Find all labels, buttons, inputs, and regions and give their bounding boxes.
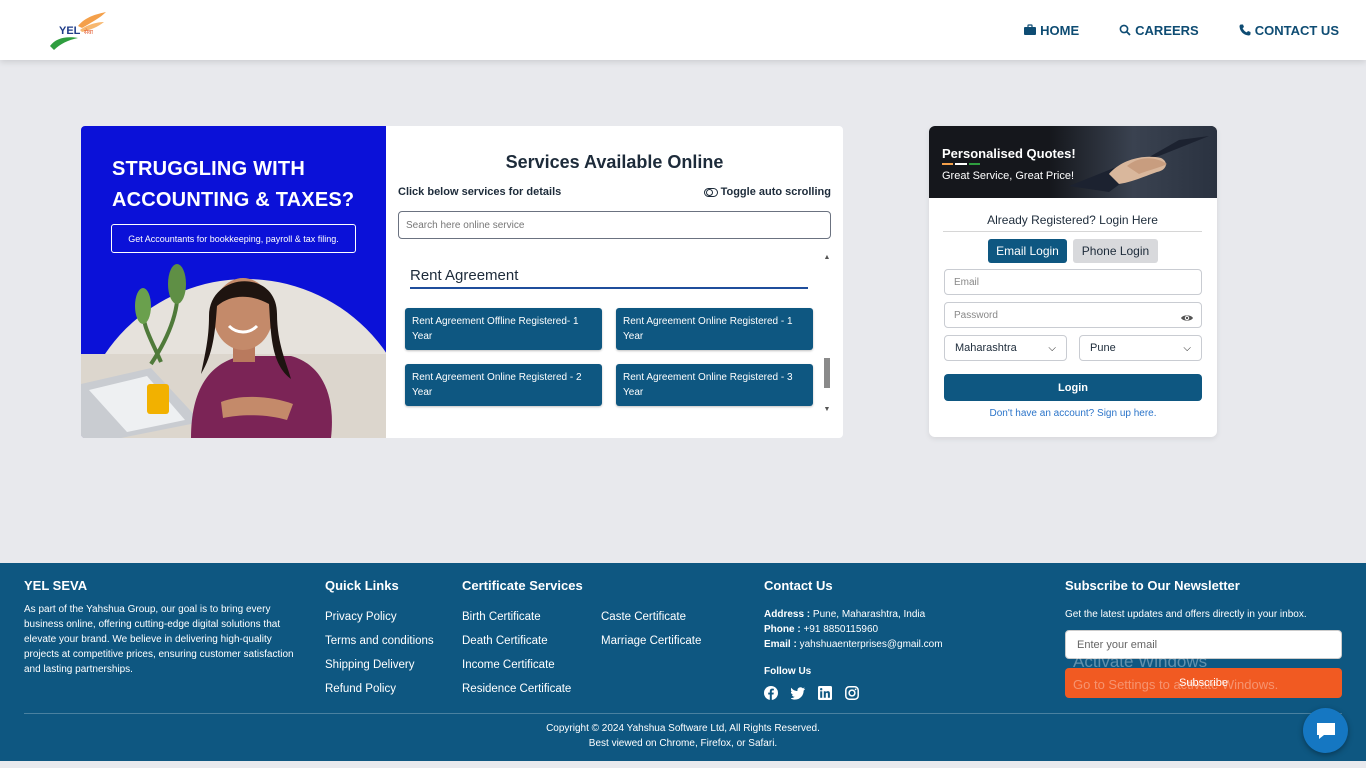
main-nav: HOME CAREERS CONTACT US	[1024, 0, 1339, 60]
promo-banner[interactable]: STRUGGLING WITH ACCOUNTING & TAXES? Get …	[81, 126, 386, 438]
services-title: Services Available Online	[505, 152, 724, 172]
footer-link-income[interactable]: Income Certificate	[462, 659, 555, 671]
footer-link-privacy[interactable]: Privacy Policy	[325, 611, 397, 623]
login-card: Personalised Quotes! Great Service, Grea…	[929, 126, 1217, 437]
newsletter-heading: Subscribe to Our Newsletter	[1065, 578, 1240, 593]
services-scrollbar[interactable]: ▲ ▼	[822, 254, 832, 416]
city-select-value: Pune	[1090, 342, 1116, 354]
handshake-image	[1049, 126, 1217, 198]
footer-divider	[24, 713, 1342, 714]
online-services-panel: Services Available Online Click below se…	[386, 126, 843, 438]
chat-widget-button[interactable]	[1303, 708, 1348, 753]
service-item[interactable]: Rent Agreement Online Registered - 1 Yea…	[616, 308, 813, 350]
category-underline	[410, 287, 808, 289]
contact-heading: Contact Us	[764, 578, 833, 593]
nav-careers[interactable]: CAREERS	[1119, 23, 1199, 38]
chevron-down-icon: ⌵	[1183, 342, 1191, 354]
svg-text:YEL: YEL	[59, 25, 81, 37]
nav-home-label: HOME	[1040, 22, 1080, 38]
tab-phone-login[interactable]: Phone Login	[1073, 239, 1158, 263]
city-select[interactable]: Pune ⌵	[1079, 335, 1202, 361]
quick-links-heading: Quick Links	[325, 578, 399, 593]
chevron-down-icon: ⌵	[1048, 342, 1056, 354]
tab-email-login[interactable]: Email Login	[988, 239, 1067, 263]
state-select-value: Maharashtra	[955, 342, 1017, 354]
flag-stripe	[942, 163, 980, 165]
service-item[interactable]: Rent Agreement Online Registered - 3 Yea…	[616, 364, 813, 406]
contact-phone: Phone : +91 8850115960	[764, 624, 879, 635]
facebook-icon[interactable]	[764, 686, 778, 700]
newsletter-email-input[interactable]	[1065, 630, 1342, 659]
site-footer: YEL SEVA As part of the Yahshua Group, o…	[0, 563, 1366, 761]
promo-title: Personalised Quotes!	[942, 146, 1076, 161]
promo-subtitle: Great Service, Great Price!	[942, 170, 1075, 182]
woman-with-laptop-image	[81, 264, 386, 438]
state-select[interactable]: Maharashtra ⌵	[944, 335, 1067, 361]
contact-address: Address : Pune, Maharashtra, India	[764, 609, 926, 620]
svg-text:सेवा: सेवा	[84, 28, 93, 36]
copyright: Copyright © 2024 Yahshua Software Ltd, A…	[546, 723, 820, 749]
nav-careers-label: CAREERS	[1135, 22, 1199, 38]
footer-link-shipping[interactable]: Shipping Delivery	[325, 659, 415, 671]
password-field[interactable]	[944, 302, 1202, 328]
toggle-label: Toggle auto scrolling	[720, 186, 831, 198]
site-header: YEL सेवा HOME CAREERS CONTACT US	[0, 0, 1366, 60]
services-card: STRUGGLING WITH ACCOUNTING & TAXES? Get …	[81, 126, 843, 438]
scrollbar-thumb[interactable]	[824, 358, 830, 388]
footer-link-refund[interactable]: Refund Policy	[325, 683, 396, 695]
toggle-icon	[703, 187, 718, 197]
page-bottom-strip	[0, 761, 1366, 768]
footer-link-caste[interactable]: Caste Certificate	[601, 611, 686, 623]
nav-contact-label: CONTACT US	[1254, 22, 1339, 38]
category-title: Rent Agreement	[410, 267, 519, 284]
follow-us-label: Follow Us	[764, 666, 812, 677]
service-item[interactable]: Rent Agreement Online Registered - 2 Yea…	[405, 364, 602, 406]
footer-link-residence[interactable]: Residence Certificate	[462, 683, 571, 695]
subscribe-button[interactable]: Subscribe	[1065, 668, 1342, 698]
certificate-services-heading: Certificate Services	[462, 578, 583, 593]
footer-about: As part of the Yahshua Group, our goal i…	[24, 604, 294, 675]
email-field[interactable]	[944, 269, 1202, 295]
scroll-down-arrow-icon[interactable]: ▼	[822, 406, 832, 416]
services-hint: Click below services for details	[398, 186, 562, 198]
service-item[interactable]: Rent Agreement Offline Registered- 1 Yea…	[405, 308, 602, 350]
nav-contact[interactable]: CONTACT US	[1239, 23, 1339, 38]
eye-icon[interactable]	[1180, 313, 1194, 323]
scroll-up-arrow-icon[interactable]: ▲	[822, 254, 832, 264]
footer-brand: YEL SEVA	[24, 578, 88, 593]
chat-bubble-icon	[1316, 722, 1335, 739]
footer-link-death[interactable]: Death Certificate	[462, 635, 548, 647]
newsletter-description: Get the latest updates and offers direct…	[1065, 609, 1307, 620]
quotes-banner: Personalised Quotes! Great Service, Grea…	[929, 126, 1217, 198]
nav-home[interactable]: HOME	[1024, 23, 1079, 38]
login-button[interactable]: Login	[944, 374, 1202, 401]
twitter-icon[interactable]	[790, 686, 805, 700]
banner-title: STRUGGLING WITH ACCOUNTING & TAXES?	[112, 158, 355, 211]
footer-link-marriage[interactable]: Marriage Certificate	[601, 635, 701, 647]
login-heading: Already Registered? Login Here	[943, 213, 1202, 232]
instagram-icon[interactable]	[845, 686, 859, 700]
linkedin-icon[interactable]	[818, 686, 832, 700]
signup-link[interactable]: Don't have an account? Sign up here.	[929, 408, 1217, 419]
toggle-auto-scroll[interactable]: Toggle auto scrolling	[703, 186, 831, 198]
briefcase-icon	[1024, 24, 1037, 35]
yel-seva-logo[interactable]: YEL सेवा	[48, 10, 110, 50]
service-search-input[interactable]	[398, 211, 831, 239]
footer-link-terms[interactable]: Terms and conditions	[325, 635, 434, 647]
footer-link-birth[interactable]: Birth Certificate	[462, 611, 541, 623]
contact-email: Email : yahshuaenterprises@gmail.com	[764, 639, 943, 650]
phone-icon	[1239, 24, 1251, 36]
search-icon	[1119, 24, 1131, 36]
